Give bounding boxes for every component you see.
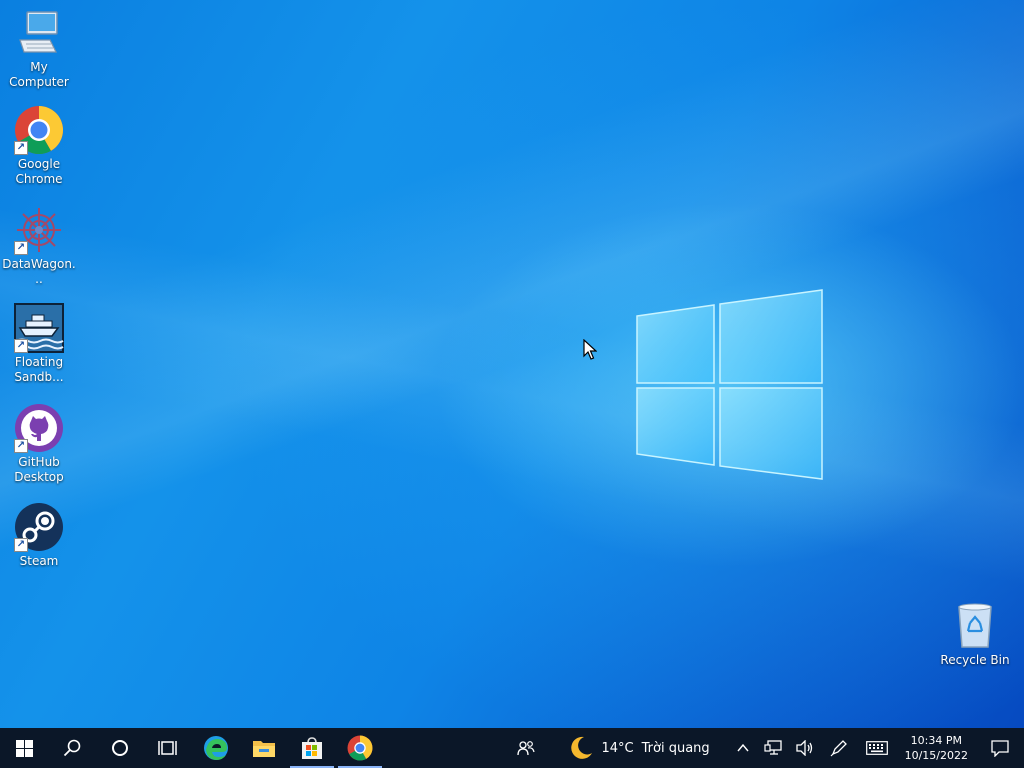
shortcut-arrow-icon: ↗ [14, 141, 28, 155]
light-beam [0, 0, 1024, 728]
volume-button[interactable] [789, 728, 821, 768]
volume-icon [795, 740, 812, 756]
network-button[interactable] [757, 728, 789, 768]
taskbar-app-chrome[interactable] [336, 728, 384, 768]
desktop-icon-github-desktop[interactable]: ↗ GitHub Desktop [0, 403, 78, 485]
shortcut-arrow-icon: ↗ [14, 439, 28, 453]
desktop-icon-label: Recycle Bin [940, 653, 1010, 667]
taskbar-app-edge[interactable] [192, 728, 240, 768]
computer-icon [14, 8, 64, 58]
chrome-icon [347, 735, 373, 761]
clock-time: 10:34 PM [910, 734, 962, 747]
taskbar-clock[interactable]: 10:34 PM 10/15/2022 [897, 733, 976, 763]
datawagon-icon: ↗ [14, 205, 64, 255]
search-icon [63, 739, 81, 757]
desktop-icon-my-computer[interactable]: My Computer [0, 8, 78, 90]
start-button[interactable] [0, 728, 48, 768]
keyboard-icon [865, 741, 888, 755]
weather-temperature: 14°C [601, 740, 634, 756]
edge-icon [204, 736, 228, 760]
desktop-icon-label: Google Chrome [15, 157, 63, 186]
clock-date: 10/15/2022 [904, 749, 968, 762]
desktop-icon-datawagon[interactable]: ↗ DataWagon... [0, 205, 78, 287]
cortana-circle-icon [112, 740, 128, 756]
system-tray: 14°C Trời quang 10:34 PM 10/15/2022 [503, 728, 1024, 768]
chrome-icon: ↗ [14, 105, 64, 155]
ship-icon: ↗ [14, 303, 64, 353]
task-view-button[interactable] [144, 728, 192, 768]
chevron-up-icon [737, 744, 749, 752]
weather-condition: Trời quang [641, 740, 710, 756]
pen-workspace-button[interactable] [821, 728, 857, 768]
shortcut-arrow-icon: ↗ [14, 339, 28, 353]
desktop-icon-steam[interactable]: ↗ Steam [0, 502, 78, 569]
cortana-button[interactable] [96, 728, 144, 768]
light-beam [0, 0, 1024, 728]
taskbar-app-store[interactable] [288, 728, 336, 768]
taskbar: 14°C Trời quang 10:34 PM 10/15/2022 [0, 728, 1024, 768]
store-icon [302, 737, 322, 759]
github-icon: ↗ [14, 403, 64, 453]
desktop-icon-label: Floating Sandb... [14, 355, 64, 384]
show-hidden-icons-button[interactable] [729, 728, 757, 768]
folder-icon [253, 741, 275, 757]
desktop-icon-label: GitHub Desktop [14, 455, 64, 484]
people-icon [516, 741, 535, 756]
mouse-cursor-icon [583, 339, 597, 360]
desktop-icon-label: DataWagon... [2, 257, 76, 286]
task-view-icon [158, 741, 177, 755]
shortcut-arrow-icon: ↗ [14, 241, 28, 255]
moon-icon [570, 736, 592, 759]
touch-keyboard-button[interactable] [857, 728, 897, 768]
pen-icon [830, 740, 847, 757]
people-button[interactable] [503, 728, 549, 768]
weather-widget[interactable]: 14°C Trời quang [549, 728, 729, 768]
desktop-icon-floating-sandbox[interactable]: ↗ Floating Sandb... [0, 303, 78, 385]
desktop-icon-recycle-bin[interactable]: Recycle Bin [936, 601, 1014, 668]
recycle-bin-icon [950, 601, 1000, 651]
shortcut-arrow-icon: ↗ [14, 538, 28, 552]
notification-icon [991, 739, 1009, 757]
search-button[interactable] [48, 728, 96, 768]
steam-icon: ↗ [14, 502, 64, 552]
desktop-icon-label: My Computer [9, 60, 69, 89]
windows-start-icon [15, 739, 33, 757]
network-icon [763, 740, 782, 755]
action-center-button[interactable] [976, 728, 1024, 768]
desktop-icon-label: Steam [19, 554, 59, 568]
taskbar-app-file-explorer[interactable] [240, 728, 288, 768]
windows-logo-wallpaper [636, 289, 823, 480]
desktop-icon-google-chrome[interactable]: ↗ Google Chrome [0, 105, 78, 187]
